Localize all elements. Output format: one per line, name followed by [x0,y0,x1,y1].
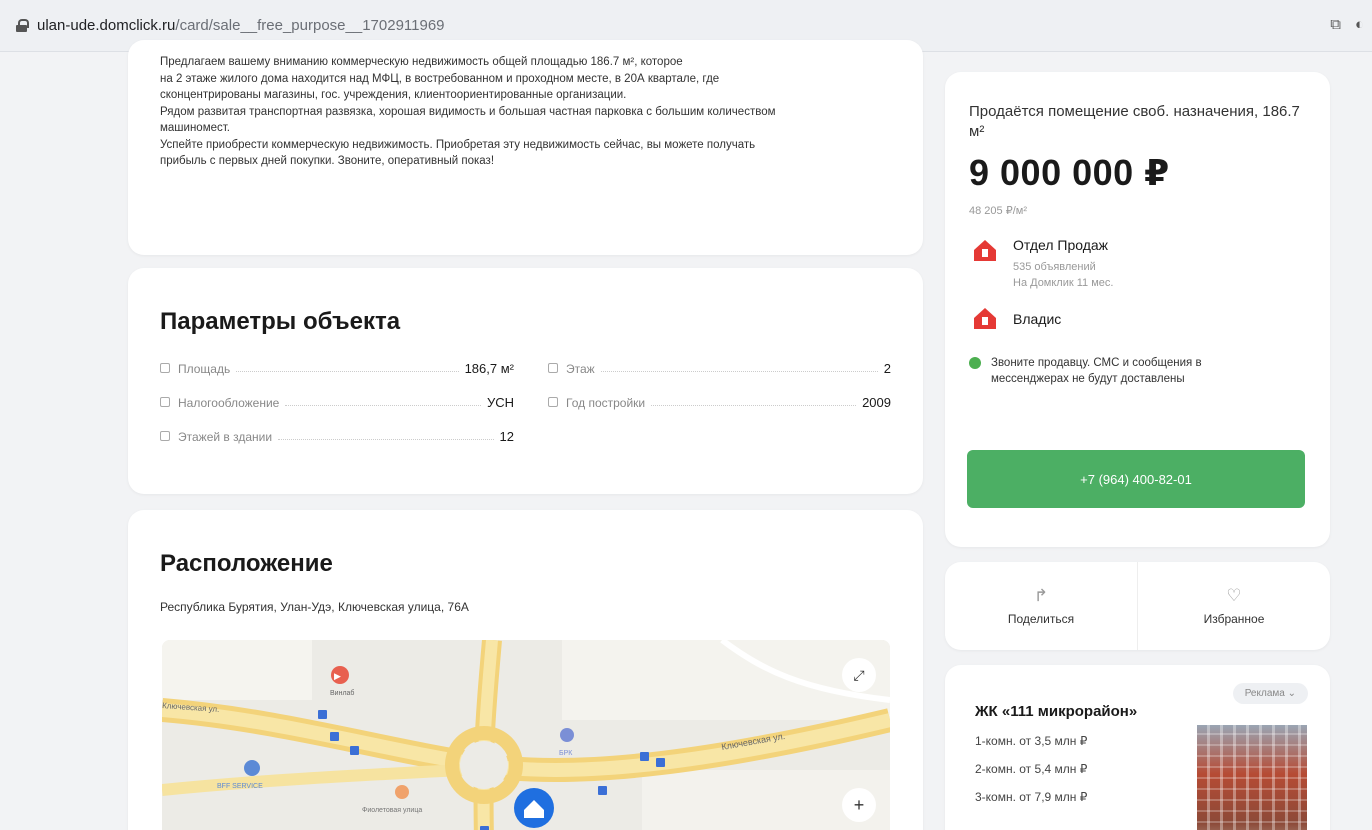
description-line: Успейте приобрести коммерческую недвижим… [160,138,756,151]
param-value: 2 [883,361,891,376]
agent-logo-icon [971,305,999,333]
favorite-button[interactable]: ♡ Избранное [1137,562,1330,650]
map[interactable]: ▶ Винлаб BFF SERVICE БРК Фиолетовая улиц… [162,640,890,830]
description-line: машиномест. [160,122,230,134]
description-line: Предлагаем вашему вниманию коммерческую … [160,56,683,68]
dot-leader [651,405,857,406]
agency-name[interactable]: Отдел Продаж [1013,237,1113,253]
param-label: Налогообложение [178,396,280,410]
share-label: Поделиться [1007,612,1075,626]
location-title: Расположение [160,550,333,577]
agency-since: На Домклик 11 мес. [1013,277,1114,289]
note-text: Звоните продавцу. СМС и сообщения в месс… [991,357,1202,385]
param-year: Год постройки 2009 [548,392,891,410]
url-path: /card/sale__free_purpose__1702911969 [175,17,445,34]
building-icon [548,397,558,407]
params-title: Параметры объекта [160,308,401,335]
chevron-down-icon: ⌄ [1287,688,1296,699]
area-icon [160,363,170,373]
agency-logo-icon [971,237,999,265]
description-line: прибыль с первых дней покупки. Звоните, … [160,155,495,167]
description-card: Предлагаем вашему вниманию коммерческую … [128,40,923,255]
agency-count: 535 объявлений [1013,261,1096,273]
install-app-icon[interactable]: ⧉ [1330,16,1341,33]
dot-leader [600,371,878,372]
listing-card: Продаётся помещение своб. назначения, 18… [945,72,1330,547]
listing-price: 9 000 000 ₽ [969,152,1170,193]
param-label: Год постройки [566,396,646,410]
param-tax: Налогообложение УСН [160,392,514,410]
map-canvas[interactable]: ▶ Винлаб BFF SERVICE БРК Фиолетовая улиц… [162,640,890,830]
param-floor: Этаж 2 [548,358,891,376]
dot-leader [285,405,481,406]
actions-card: ↱ Поделиться ♡ Избранное [945,562,1330,650]
phone-button[interactable]: +7 (964) 400-82-01 [967,450,1305,508]
param-label: Площадь [178,362,231,376]
contact-note: Звоните продавцу. СМС и сообщения в месс… [969,355,1306,387]
params-card: Параметры объекта Площадь 186,7 м² Этаж … [128,268,923,494]
poi-play-icon: ▶ [334,671,341,681]
map-poi-label: BFF SERVICE [217,783,263,790]
dot-leader [278,439,494,440]
description-line: на 2 этаже жилого дома находится над МФЦ… [160,72,720,85]
ad-card[interactable]: Реклама ⌄ ЖК «111 микрорайон» 1-комн. от… [945,665,1330,830]
browser-menu-icon[interactable]: ◐ [1355,16,1364,33]
map-poi-label: Винлаб [330,689,354,697]
ad-title[interactable]: ЖК «111 микрорайон» [975,703,1300,720]
ad-tag[interactable]: Реклама ⌄ [1232,683,1308,704]
price-per-m2: 48 205 ₽/м² [969,205,1027,217]
url-text[interactable]: ulan-ude.domclick.ru/card/sale__free_pur… [37,17,445,34]
map-poi-label: Фиолетовая улица [362,807,422,814]
description-line: Рядом развитая транспортная развязка, хо… [160,105,776,118]
param-value: 12 [499,429,514,444]
heart-icon: ♡ [1226,586,1242,605]
location-address: Республика Бурятия, Улан-Удэ, Ключевская… [160,600,469,614]
param-floors-total: Этажей в здании 12 [160,426,514,444]
fullscreen-icon[interactable]: ⤢ [842,658,876,692]
param-label: Этажей в здании [178,430,273,444]
dot-leader [236,371,459,372]
share-button[interactable]: ↱ Поделиться [945,562,1137,650]
lock-icon[interactable] [16,19,29,32]
browser-actions: ⧉ ◐ [1330,16,1364,33]
favorite-label: Избранное [1203,612,1265,626]
map-poi-label: БРК [559,750,573,757]
agent-block[interactable]: Владис [969,305,1306,333]
param-label: Этаж [566,362,595,376]
description-line: сконцентрированы магазины, гос. учрежден… [160,89,627,101]
param-value: УСН [486,395,514,410]
shield-icon [969,357,981,369]
param-area: Площадь 186,7 м² [160,358,514,376]
listing-title: Продаётся помещение своб. назначения, 18… [969,103,1300,140]
url-host: ulan-ude.domclick.ru [37,17,176,34]
agency-block[interactable]: Отдел Продаж 535 объявлений На Домклик 1… [969,237,1306,291]
param-value: 186,7 м² [464,361,514,376]
agent-name[interactable]: Владис [1013,311,1061,333]
floor-icon [548,363,558,373]
ad-building-image [1197,725,1307,830]
param-value: 2009 [862,395,891,410]
share-icon: ↱ [1033,586,1049,605]
floors-icon [160,431,170,441]
zoom-in-button[interactable]: + [842,788,876,822]
tax-icon [160,397,170,407]
